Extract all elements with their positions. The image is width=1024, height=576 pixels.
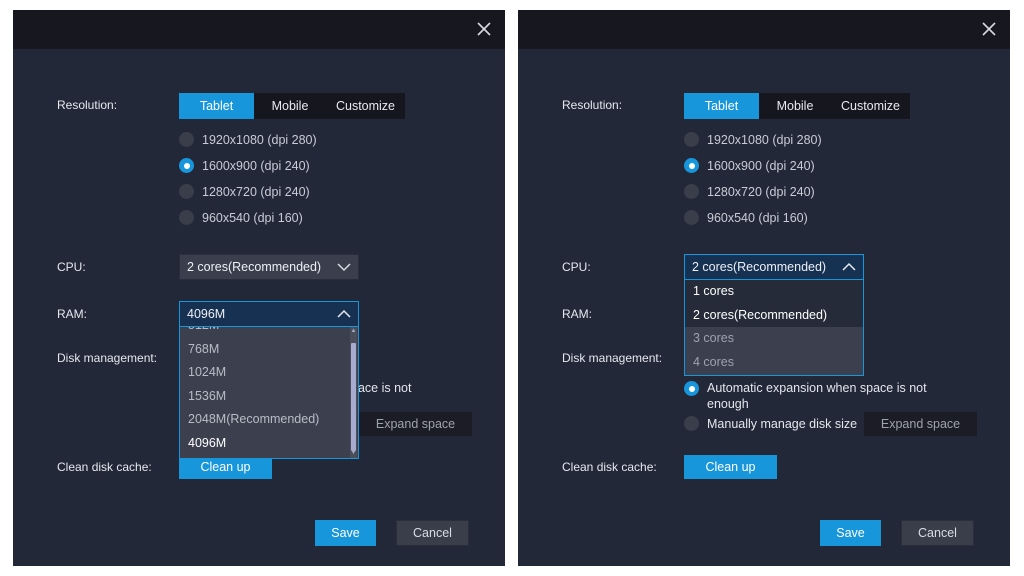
- settings-dialog-ram-open: Resolution: Tablet Mobile Customize 1920…: [13, 10, 505, 566]
- radio-button[interactable]: [684, 132, 699, 147]
- resolution-option-label: 1280x720 (dpi 240): [202, 184, 310, 199]
- close-icon: [982, 22, 996, 36]
- settings-dialog-cpu-open: Resolution: Tablet Mobile Customize 1920…: [518, 10, 1010, 566]
- resolution-option[interactable]: 1920x1080 (dpi 280): [684, 132, 822, 147]
- auto-expansion-label-partial: pace is not: [351, 381, 412, 395]
- radio-button[interactable]: [179, 184, 194, 199]
- save-button[interactable]: Save: [315, 520, 376, 546]
- auto-expansion-label-line2: enough: [707, 397, 749, 411]
- resolution-option-label: 1280x720 (dpi 240): [707, 184, 815, 199]
- ram-label: RAM:: [562, 307, 592, 321]
- cpu-dropdown-list: 1 cores 2 cores(Recommended) 3 cores 4 c…: [684, 280, 864, 376]
- resolution-option-label: 1600x900 (dpi 240): [202, 158, 310, 173]
- cpu-select[interactable]: 2 cores(Recommended): [684, 254, 864, 280]
- cpu-label: CPU:: [57, 260, 86, 274]
- manual-disk-label: Manually manage disk size: [707, 416, 858, 431]
- close-button[interactable]: [978, 18, 1000, 40]
- cancel-button[interactable]: Cancel: [396, 520, 469, 546]
- ram-option[interactable]: 768M: [180, 338, 358, 362]
- resolution-option[interactable]: 1280x720 (dpi 240): [179, 184, 310, 199]
- cpu-option-disabled: 4 cores: [693, 354, 734, 369]
- cpu-select[interactable]: 2 cores(Recommended): [179, 254, 359, 280]
- ram-label: RAM:: [57, 307, 87, 321]
- scroll-down-arrow-icon[interactable]: ▼: [350, 450, 357, 457]
- resolution-option[interactable]: 1280x720 (dpi 240): [684, 184, 815, 199]
- ram-select[interactable]: 4096M: [179, 301, 359, 327]
- ram-select-value: 4096M: [187, 307, 226, 321]
- resolution-option-label: 1600x900 (dpi 240): [707, 158, 815, 173]
- tab-mobile[interactable]: Mobile: [254, 93, 326, 119]
- tab-mobile[interactable]: Mobile: [759, 93, 831, 119]
- chevron-up-icon: [842, 262, 856, 271]
- chevron-down-icon: [337, 263, 351, 272]
- tab-customize[interactable]: Customize: [326, 93, 405, 119]
- tab-tablet[interactable]: Tablet: [684, 93, 759, 119]
- resolution-option-label: 960x540 (dpi 160): [202, 210, 303, 225]
- resolution-option[interactable]: 1920x1080 (dpi 280): [179, 132, 317, 147]
- ram-dropdown-list: 512M 768M 1024M 1536M 2048M(Recommended)…: [179, 327, 359, 459]
- expand-space-button[interactable]: Expand space: [864, 412, 977, 436]
- cpu-option[interactable]: 1 cores: [685, 280, 863, 304]
- expand-space-button[interactable]: Expand space: [359, 412, 472, 436]
- radio-button[interactable]: [684, 210, 699, 225]
- tab-customize[interactable]: Customize: [831, 93, 910, 119]
- resolution-tabs: Tablet Mobile Customize: [684, 93, 910, 119]
- disk-management-label: Disk management:: [57, 351, 158, 365]
- radio-button[interactable]: [179, 210, 194, 225]
- auto-expansion-label-line1: Automatic expansion when space is not: [707, 381, 927, 395]
- ram-option[interactable]: 2048M(Recommended): [180, 408, 358, 432]
- scroll-thumb[interactable]: [351, 343, 356, 451]
- cpu-label: CPU:: [562, 260, 591, 274]
- resolution-option[interactable]: 1600x900 (dpi 240): [179, 158, 310, 173]
- close-icon: [477, 22, 491, 36]
- ram-option[interactable]: 1536M: [180, 385, 358, 409]
- title-bar: [518, 10, 1010, 49]
- save-button[interactable]: Save: [820, 520, 881, 546]
- disk-auto-expansion-option[interactable]: Automatic expansion when space is not en…: [684, 380, 927, 412]
- resolution-option[interactable]: 960x540 (dpi 160): [179, 210, 303, 225]
- disk-management-label: Disk management:: [562, 351, 663, 365]
- resolution-option-label: 960x540 (dpi 160): [707, 210, 808, 225]
- cpu-select-value: 2 cores(Recommended): [692, 260, 827, 274]
- cpu-option-selected[interactable]: 2 cores(Recommended): [685, 303, 863, 327]
- scroll-up-arrow-icon[interactable]: ▲: [350, 328, 357, 335]
- clean-disk-cache-label: Clean disk cache:: [562, 460, 657, 474]
- ram-option-selected[interactable]: 4096M: [180, 432, 358, 456]
- auto-expansion-label: Automatic expansion when space is not en…: [707, 380, 927, 412]
- ram-option[interactable]: 512M: [180, 327, 358, 338]
- radio-button[interactable]: [179, 132, 194, 147]
- title-bar: [13, 10, 505, 49]
- cancel-button[interactable]: Cancel: [901, 520, 974, 546]
- radio-button-checked[interactable]: [684, 381, 699, 396]
- resolution-label: Resolution:: [562, 98, 623, 112]
- radio-button[interactable]: [684, 184, 699, 199]
- cpu-option-disabled: 3 cores: [693, 331, 734, 345]
- close-button[interactable]: [473, 18, 495, 40]
- resolution-option[interactable]: 1600x900 (dpi 240): [684, 158, 815, 173]
- cpu-select-value: 2 cores(Recommended): [187, 260, 322, 274]
- ram-option[interactable]: 1024M: [180, 361, 358, 385]
- chevron-up-icon: [337, 309, 351, 318]
- resolution-option[interactable]: 960x540 (dpi 160): [684, 210, 808, 225]
- resolution-label: Resolution:: [57, 98, 118, 112]
- radio-button-checked[interactable]: [684, 158, 699, 173]
- clean-up-button[interactable]: Clean up: [684, 455, 777, 479]
- clean-disk-cache-label: Clean disk cache:: [57, 460, 152, 474]
- resolution-tabs: Tablet Mobile Customize: [179, 93, 405, 119]
- resolution-option-label: 1920x1080 (dpi 280): [202, 132, 317, 147]
- radio-button[interactable]: [684, 416, 699, 431]
- resolution-option-label: 1920x1080 (dpi 280): [707, 132, 822, 147]
- disk-manual-option[interactable]: Manually manage disk size: [684, 416, 857, 431]
- ram-dropdown-scrollbar[interactable]: ▲ ▼: [350, 327, 357, 458]
- radio-button-checked[interactable]: [179, 158, 194, 173]
- tab-tablet[interactable]: Tablet: [179, 93, 254, 119]
